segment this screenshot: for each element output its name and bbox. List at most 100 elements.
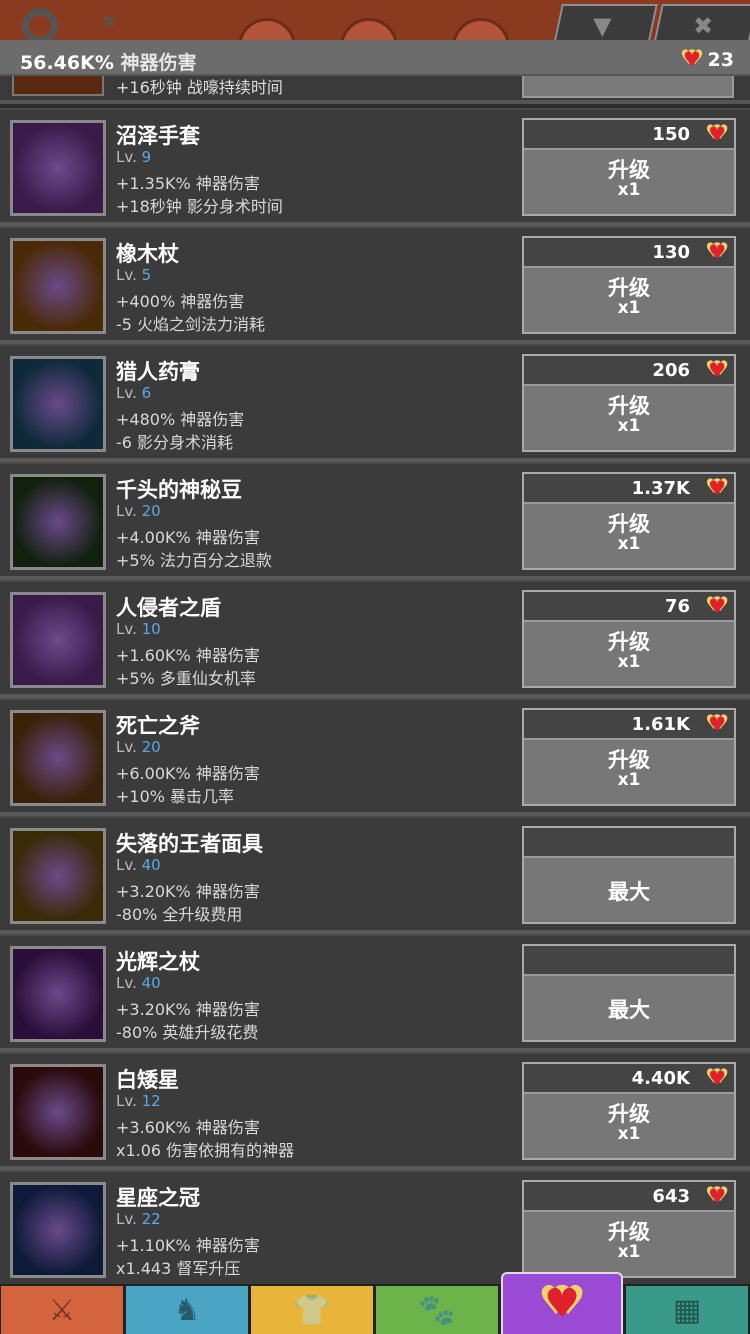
- heroes-tab[interactable]: ♞: [126, 1286, 248, 1334]
- level-value: 20: [141, 502, 161, 520]
- heroes-icon: ♞: [173, 1292, 201, 1328]
- cost-bar: 1.61K ♥: [524, 710, 734, 740]
- golden-mask-icon[interactable]: [10, 828, 106, 924]
- level-value: 12: [141, 1092, 161, 1110]
- artifact-name: 橡木杖: [116, 242, 179, 266]
- bottom-tab-bar: ⚔ ♞ 👕 🐾 ♥ ▦: [0, 1272, 750, 1334]
- artifact-name: 人侵者之盾: [116, 596, 221, 620]
- skill-dial-icon[interactable]: [238, 18, 296, 40]
- artifact-glyph: [13, 477, 103, 567]
- gauntlet-icon[interactable]: [10, 120, 106, 216]
- multiplier-label: x1: [617, 652, 641, 672]
- artifact-glyph: [13, 123, 103, 213]
- upgrade-button[interactable]: 150 ♥ 升级 x1: [522, 118, 736, 216]
- close-button[interactable]: ✖: [654, 4, 750, 40]
- cost-bar: [524, 946, 734, 976]
- level-value: 6: [141, 384, 152, 402]
- settings-gear-icon[interactable]: [22, 8, 58, 40]
- level-value: 9: [141, 148, 152, 166]
- artifact-damage-bonus: +3.60K% 神器伤害: [116, 1118, 260, 1137]
- artifact-effect: -80% 全升级费用: [116, 905, 243, 924]
- pets-tab[interactable]: 🐾: [376, 1286, 498, 1334]
- artifacts-tab[interactable]: ♥: [501, 1272, 623, 1334]
- artifact-effect: x1.06 伤害依拥有的神器: [116, 1141, 295, 1160]
- artifact-name: 白矮星: [116, 1068, 179, 1092]
- equipment-tab[interactable]: 👕: [251, 1286, 373, 1334]
- upgrade-button[interactable]: 206 ♥ 升级 x1: [522, 354, 736, 452]
- skill-dial-icon[interactable]: [452, 18, 510, 40]
- artifact-level: Lv. 9: [116, 148, 151, 166]
- upgrade-button[interactable]: 643 ♥ 升级 x1: [522, 1180, 736, 1278]
- relic-counter: ♥ 23: [683, 47, 734, 71]
- crown-helmet-icon[interactable]: [10, 1182, 106, 1278]
- cost-bar: 76 ♥: [524, 592, 734, 622]
- artifact-level: Lv. 20: [116, 502, 161, 520]
- oak-staff-icon[interactable]: [10, 238, 106, 334]
- artifact-row: 猎人药膏 Lv. 6 +480% 神器伤害 -6 影分身术消耗 206 ♥ 升级…: [0, 344, 750, 462]
- upgrade-cost: 1.37K: [631, 478, 690, 499]
- upgrade-cost: 206: [652, 360, 690, 381]
- relic-icon: ♥: [708, 240, 726, 264]
- multiplier-label: x1: [617, 1124, 641, 1144]
- hammer-icon[interactable]: [10, 1064, 106, 1160]
- level-value: 40: [141, 856, 161, 874]
- upgrade-cost: 643: [652, 1186, 690, 1207]
- artifact-glyph: [13, 713, 103, 803]
- cost-bar: 150 ♥: [524, 120, 734, 150]
- bean-pod-icon[interactable]: [10, 474, 106, 570]
- relic-icon: ♥: [708, 122, 726, 146]
- radiant-staff-icon[interactable]: [10, 946, 106, 1042]
- max-button: 最大: [522, 944, 736, 1042]
- upgrade-button[interactable]: 76 ♥ 升级 x1: [522, 590, 736, 688]
- panel-controls: ▼ ✖: [550, 0, 750, 40]
- upgrade-cost: 150: [652, 124, 690, 145]
- level-label: Lv.: [116, 502, 137, 520]
- axe-icon[interactable]: [10, 710, 106, 806]
- relic-icon: ♥: [708, 594, 726, 618]
- collapse-button[interactable]: ▼: [554, 4, 658, 40]
- multiplier-label: x1: [617, 298, 641, 318]
- relic-icon: ♥: [708, 476, 726, 500]
- artifact-row: 白矮星 Lv. 12 +3.60K% 神器伤害 x1.06 伤害依拥有的神器 4…: [0, 1052, 750, 1170]
- shield-icon[interactable]: [10, 592, 106, 688]
- max-button: 最大: [522, 826, 736, 924]
- artifact-row: 光辉之杖 Lv. 40 +3.20K% 神器伤害 -80% 英雄升级花费 最大: [0, 934, 750, 1052]
- artifact-name: 星座之冠: [116, 1186, 200, 1210]
- upgrade-button[interactable]: 1.37K ♥ 升级 x1: [522, 472, 736, 570]
- artifact-level: Lv. 20: [116, 738, 161, 756]
- level-value: 40: [141, 974, 161, 992]
- level-value: 22: [141, 1210, 161, 1228]
- artifact-row: 死亡之斧 Lv. 20 +6.00K% 神器伤害 +10% 暴击几率 1.61K…: [0, 698, 750, 816]
- artifact-level: Lv. 5: [116, 266, 151, 284]
- clan-icon[interactable]: ✕: [100, 10, 160, 35]
- cost-bar: 1.37K ♥: [524, 474, 734, 504]
- artifact-damage-bonus: +3.20K% 神器伤害: [116, 1000, 260, 1019]
- potion-icon[interactable]: [10, 356, 106, 452]
- artifact-name: 千头的神秘豆: [116, 478, 242, 502]
- artifact-row: 星座之冠 Lv. 22 +1.10K% 神器伤害 x1.443 督军升压 643…: [0, 1170, 750, 1288]
- upgrade-button[interactable]: 130 ♥ 升级 x1: [522, 236, 736, 334]
- artifact-row: 沼泽手套 Lv. 9 +1.35K% 神器伤害 +18秒钟 影分身术时间 150…: [0, 108, 750, 226]
- sword-tab[interactable]: ⚔: [1, 1286, 123, 1334]
- upgrade-button[interactable]: 4.40K ♥ 升级 x1: [522, 1062, 736, 1160]
- artifact-row: 人侵者之盾 Lv. 10 +1.60K% 神器伤害 +5% 多重仙女机率 76 …: [0, 580, 750, 698]
- list-item-partial: +16秒钟 战嚎持续时间: [0, 76, 750, 104]
- artifact-effect: +10% 暴击几率: [116, 787, 235, 806]
- close-icon: ✖: [693, 12, 714, 40]
- relic-icon: ♥: [708, 712, 726, 736]
- artifact-effect: +5% 法力百分之退款: [116, 551, 272, 570]
- artifact-damage-bonus: +480% 神器伤害: [116, 410, 245, 429]
- artifact-row: 橡木杖 Lv. 5 +400% 神器伤害 -5 火焰之剑法力消耗 130 ♥ 升…: [0, 226, 750, 344]
- level-label: Lv.: [116, 1210, 137, 1228]
- multiplier-label: x1: [617, 534, 641, 554]
- sword-icon: ⚔: [48, 1292, 76, 1328]
- artifact-effect: -80% 英雄升级花费: [116, 1023, 259, 1042]
- artifact-row: 千头的神秘豆 Lv. 20 +4.00K% 神器伤害 +5% 法力百分之退款 1…: [0, 462, 750, 580]
- shop-tab[interactable]: ▦: [626, 1286, 748, 1334]
- pets-icon: 🐾: [418, 1292, 456, 1328]
- skill-dial-icon[interactable]: [340, 18, 398, 40]
- upgrade-button[interactable]: 1.61K ♥ 升级 x1: [522, 708, 736, 806]
- upgrade-button[interactable]: [522, 76, 734, 98]
- cost-bar: 130 ♥: [524, 238, 734, 268]
- artifact-level: Lv. 40: [116, 974, 161, 992]
